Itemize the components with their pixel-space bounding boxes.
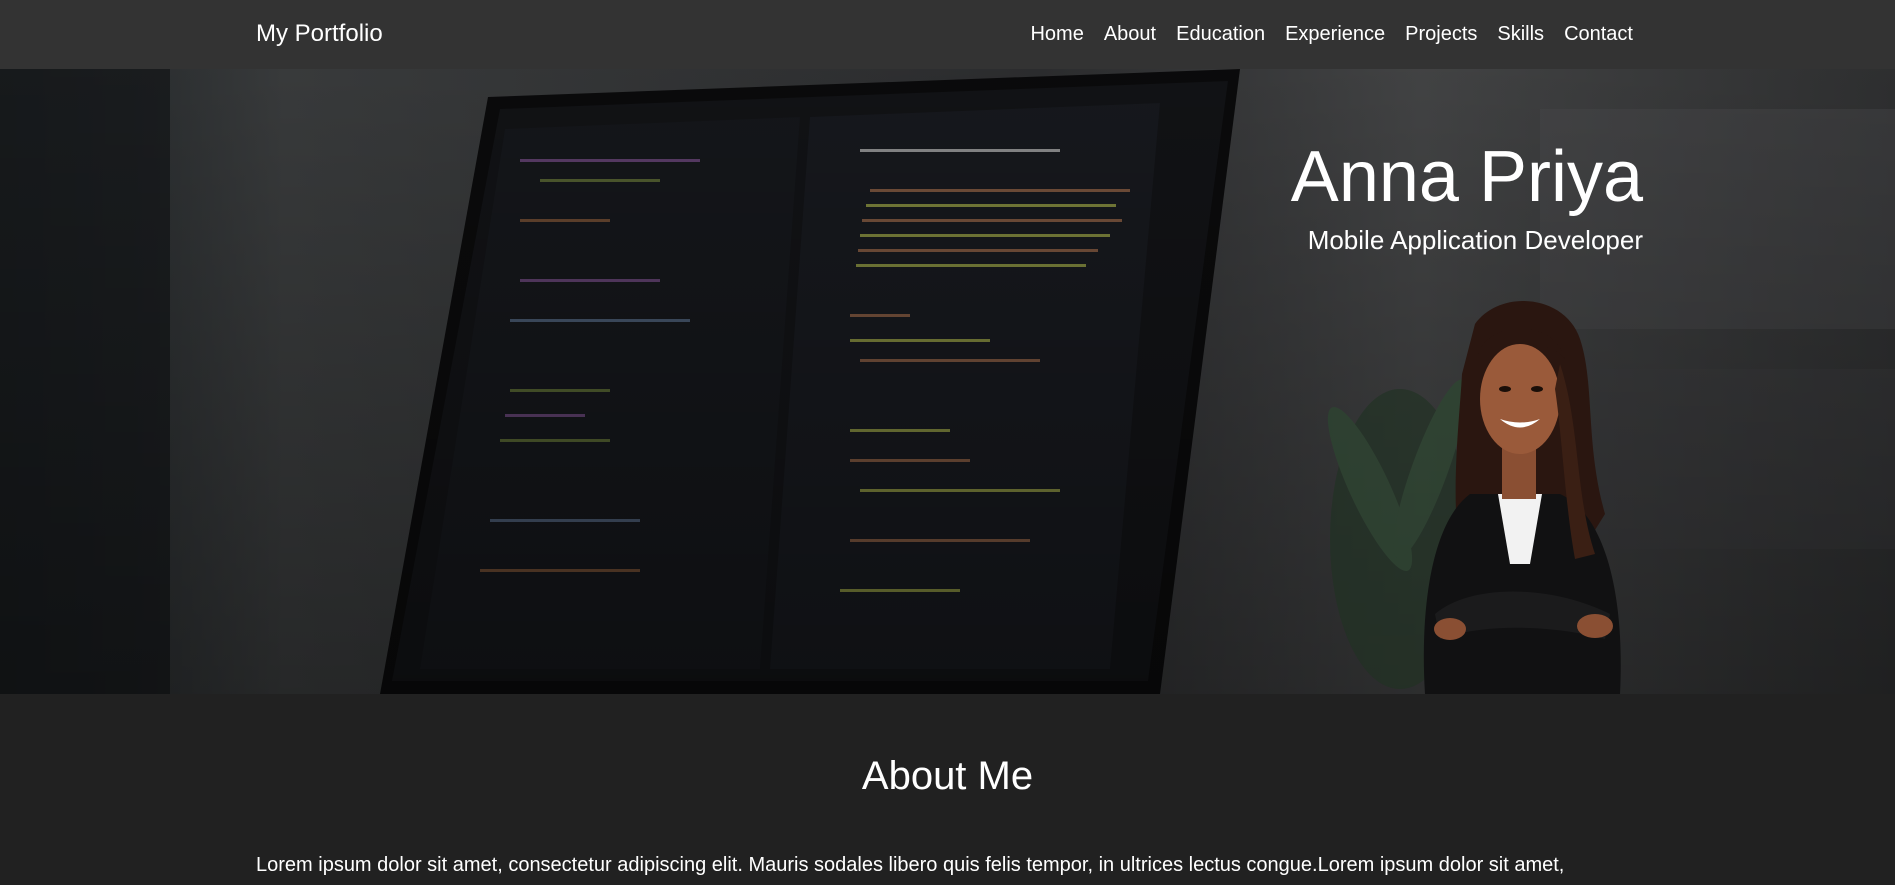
nav-item-about: About: [1104, 22, 1156, 46]
nav-link-about[interactable]: About: [1104, 23, 1156, 45]
nav-link-skills[interactable]: Skills: [1497, 23, 1544, 45]
nav-item-contact: Contact: [1564, 22, 1633, 46]
nav-item-projects: Projects: [1405, 22, 1477, 46]
hero-role: Mobile Application Developer: [1307, 225, 1643, 255]
about-text: Lorem ipsum dolor sit amet, consectetur …: [256, 854, 1565, 876]
nav-link-experience[interactable]: Experience: [1285, 23, 1385, 45]
nav-link-contact[interactable]: Contact: [1564, 23, 1633, 45]
nav-item-skills: Skills: [1497, 22, 1544, 46]
brand-logo-link[interactable]: My Portfolio: [256, 20, 383, 48]
navbar: My Portfolio Home About Education Experi…: [0, 0, 1895, 69]
nav-item-home: Home: [1030, 22, 1083, 46]
hero-name: Anna Priya: [1290, 137, 1643, 217]
nav-item-experience: Experience: [1285, 22, 1385, 46]
nav-item-education: Education: [1176, 22, 1265, 46]
hero-banner: Anna Priya Mobile Application Developer: [0, 69, 1895, 694]
nav-link-education[interactable]: Education: [1176, 23, 1265, 45]
nav-menu: Home About Education Experience Projects…: [1030, 22, 1633, 46]
about-heading: About Me: [861, 754, 1034, 798]
portrait-image: [1423, 301, 1621, 694]
nav-link-home[interactable]: Home: [1030, 23, 1083, 45]
nav-link-projects[interactable]: Projects: [1405, 23, 1477, 45]
